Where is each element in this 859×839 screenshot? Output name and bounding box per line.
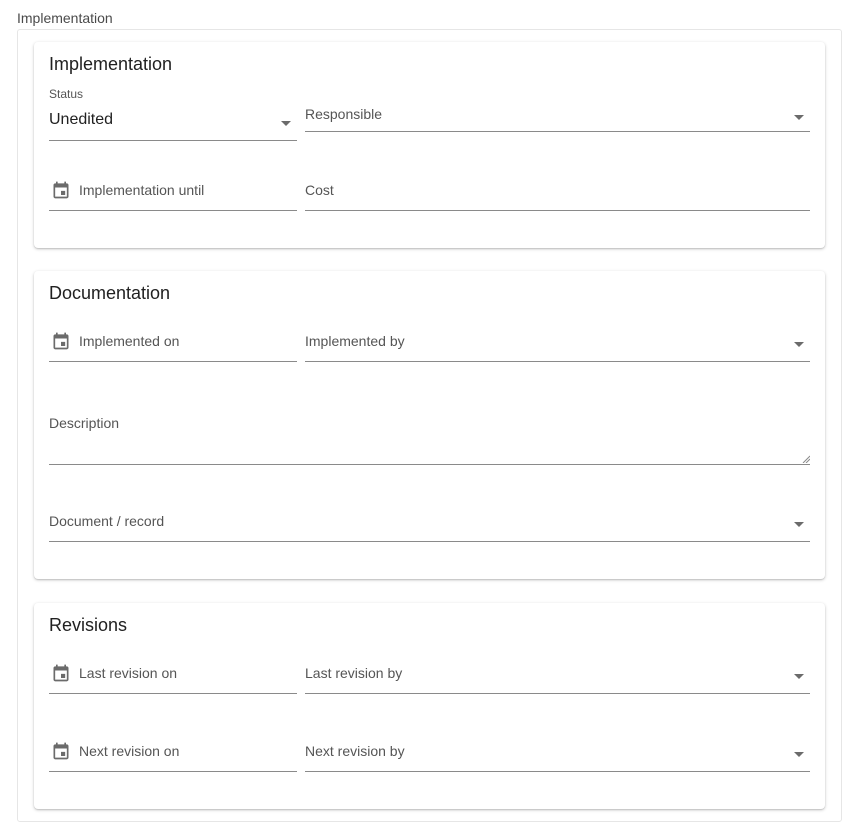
implementation-until-datepicker[interactable]: Implementation until (49, 179, 297, 211)
next-revision-on-label: Next revision on (79, 743, 180, 759)
status-select[interactable]: Status Unedited (49, 87, 297, 141)
calendar-icon[interactable] (51, 663, 71, 683)
chevron-down-icon (281, 121, 291, 126)
chevron-down-icon (794, 522, 804, 527)
implemented-on-datepicker[interactable]: Implemented on (49, 330, 297, 362)
responsible-select[interactable]: Responsible (305, 100, 810, 132)
status-value: Unedited (49, 111, 114, 128)
chevron-down-icon (794, 674, 804, 679)
implemented-on-label: Implemented on (79, 333, 180, 349)
last-revision-on-datepicker[interactable]: Last revision on (49, 662, 297, 694)
next-revision-by-select[interactable]: Next revision by (305, 740, 810, 772)
document-record-select[interactable]: Document / record (49, 510, 810, 542)
last-revision-by-label: Last revision by (305, 665, 403, 681)
responsible-label: Responsible (305, 106, 383, 122)
cost-input[interactable]: Cost (305, 179, 810, 211)
resize-handle-icon[interactable] (802, 455, 810, 463)
chevron-down-icon (794, 752, 804, 757)
status-label: Status (49, 87, 84, 101)
implemented-by-label: Implemented by (305, 333, 405, 349)
cost-label: Cost (305, 182, 334, 198)
last-revision-on-label: Last revision on (79, 665, 178, 681)
next-revision-on-datepicker[interactable]: Next revision on (49, 740, 297, 772)
calendar-icon[interactable] (51, 331, 71, 351)
description-label: Description (49, 415, 120, 431)
implementation-card-title: Implementation (49, 54, 173, 74)
calendar-icon[interactable] (51, 741, 71, 761)
chevron-down-icon (794, 342, 804, 347)
revisions-card-title: Revisions (49, 615, 128, 635)
implementation-card: Implementation Status Unedited Responsib… (34, 42, 825, 248)
documentation-card-title: Documentation (49, 283, 171, 303)
outer-section-legend: Implementation (17, 10, 113, 26)
revisions-card: Revisions Last revision on Last revision… (34, 603, 825, 809)
document-record-label: Document / record (49, 513, 165, 529)
last-revision-by-select[interactable]: Last revision by (305, 662, 810, 694)
documentation-card: Documentation Implemented on Implemented… (34, 271, 825, 579)
chevron-down-icon (794, 115, 804, 120)
implementation-until-label: Implementation until (79, 182, 205, 198)
calendar-icon[interactable] (51, 180, 71, 200)
description-textarea[interactable]: Description (49, 408, 810, 465)
next-revision-by-label: Next revision by (305, 743, 405, 759)
implemented-by-select[interactable]: Implemented by (305, 330, 810, 362)
